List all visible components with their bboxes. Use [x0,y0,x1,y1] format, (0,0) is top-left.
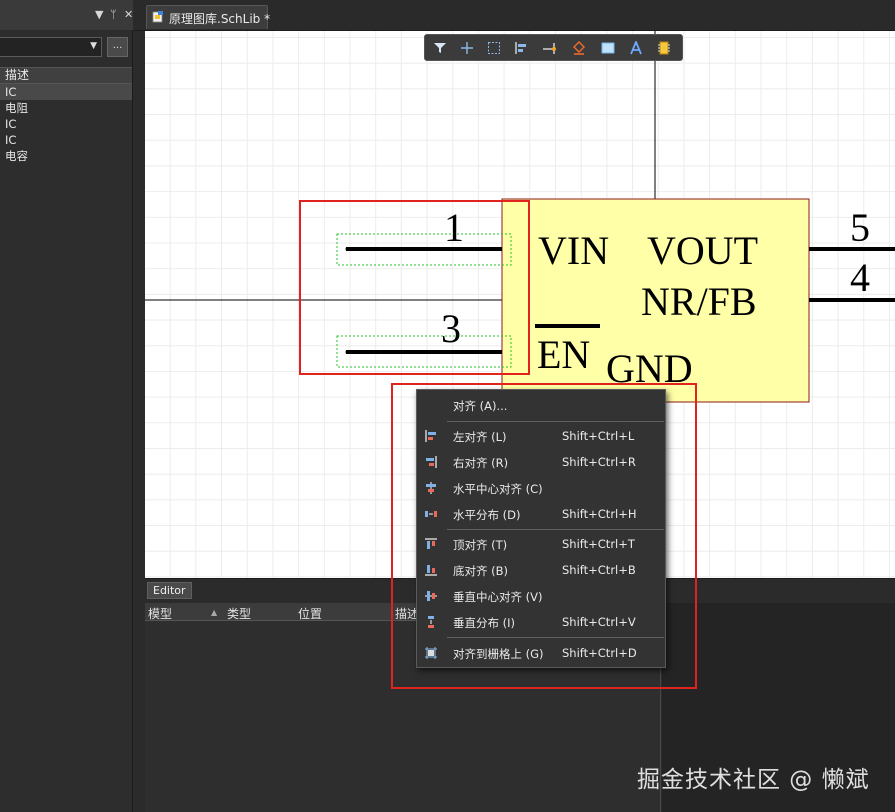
column-header-description[interactable]: 描述 [0,67,132,84]
highlight-box-selected-pins [299,200,530,375]
chevron-down-icon: ▼ [90,41,97,51]
schematic-doc-icon [152,11,163,23]
column-header-type[interactable]: 类型 [227,605,251,622]
place-pin-icon[interactable] [539,38,561,58]
filter-icon[interactable] [429,38,451,58]
library-panel: ▼ ᛘ ✕ ▼ ... 描述 IC 电阻 IC IC 电容 [0,0,133,812]
tab-label: 原理图库.SchLib * [169,12,271,26]
list-item[interactable]: 电容 [0,148,132,164]
pin-name-vout: VOUT [647,228,758,273]
align-icon[interactable] [510,38,532,58]
pin-icon[interactable]: ᛘ [110,8,117,22]
tab-editor[interactable]: Editor [147,582,192,599]
pin-name-nrfb: NR/FB [641,279,757,324]
library-select[interactable]: ▼ [0,37,102,57]
text-icon[interactable] [625,38,647,58]
tab-schlib-document[interactable]: 原理图库.SchLib * [146,5,271,29]
active-bar-toolbar [424,34,683,61]
close-icon[interactable]: ✕ [124,8,133,22]
component-icon[interactable] [653,38,675,58]
column-header-model[interactable]: 模型 [148,605,172,622]
list-item[interactable]: IC [0,116,132,132]
list-item[interactable]: IC [0,84,132,100]
panel-header: ▼ ᛘ ✕ [0,0,133,30]
list-item[interactable]: 电阻 [0,100,132,116]
pin-name-vin: VIN [538,228,609,273]
column-header-location[interactable]: 位置 [298,605,322,622]
highlight-box-context-menu [391,383,697,689]
pin-name-en: EN [537,332,590,377]
list-item[interactable]: IC [0,132,132,148]
browse-button[interactable]: ... [107,37,128,57]
select-rect-icon[interactable] [483,38,505,58]
fill-icon[interactable] [568,38,590,58]
panel-menu-arrow-icon[interactable]: ▼ [95,8,103,22]
pin-number-5: 5 [850,205,870,250]
rectangle-icon[interactable] [597,38,619,58]
pin-number-4: 4 [850,255,870,300]
document-tab-strip: 原理图库.SchLib * [134,0,895,31]
watermark-text: 掘金技术社区 @ 懒斌 [637,767,870,793]
crosshair-icon[interactable] [456,38,478,58]
sort-arrow-icon: ▲ [211,608,218,617]
component-list: IC 电阻 IC IC 电容 [0,84,132,164]
